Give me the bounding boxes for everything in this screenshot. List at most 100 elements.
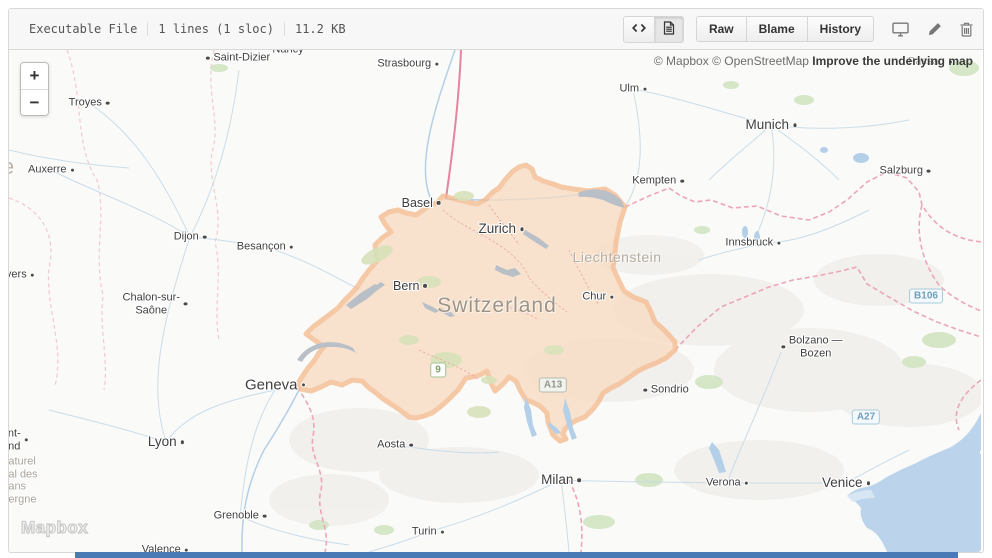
- city-dot: [423, 284, 427, 288]
- file-info: Executable File 1 lines (1 sloc) 11.2 KB: [19, 22, 356, 36]
- mapbox-attribution-link[interactable]: © Mapbox: [654, 54, 709, 68]
- city-label: Turin: [412, 526, 445, 539]
- city-name: Auxerre: [27, 163, 67, 176]
- city-dot: [183, 302, 188, 306]
- city-name: Grenoble: [213, 509, 259, 522]
- city-name: Sondrio: [650, 383, 689, 396]
- code-icon: [631, 21, 646, 38]
- map-attribution: © Mapbox © OpenStreetMap Improve the und…: [654, 54, 973, 68]
- city-dot: [301, 383, 306, 387]
- city-dot: [435, 62, 439, 66]
- city-name: Venice: [821, 475, 863, 491]
- city-name: Dijon: [173, 230, 199, 243]
- country-label: Liechtenstein: [572, 249, 662, 265]
- city-label: Geneva: [245, 376, 306, 393]
- city-label: Venice: [821, 475, 871, 491]
- city-label: Valence: [141, 543, 189, 552]
- bottom-blue-bar: [75, 552, 958, 558]
- city-name: Valence: [141, 543, 181, 552]
- city-dot: [744, 481, 749, 485]
- map-canvas[interactable]: NancySaint-DizierStrasbourgPassauTroyesU…: [9, 50, 981, 552]
- raw-button[interactable]: Raw: [695, 16, 747, 42]
- city-label: Saint-Dizier: [205, 51, 271, 65]
- zoom-in-button[interactable]: +: [21, 63, 48, 89]
- device-desktop-icon: [892, 22, 909, 37]
- city-name: Lyon: [147, 434, 177, 450]
- city-dot: [24, 438, 29, 442]
- source-view-button[interactable]: [622, 15, 655, 43]
- city-label: Lyon: [147, 434, 185, 450]
- city-label: evers: [9, 268, 35, 282]
- city-label: Verona: [706, 477, 749, 490]
- open-in-desktop-button[interactable]: [892, 22, 909, 37]
- city-name: Chur: [582, 290, 607, 303]
- city-label: Kempten: [632, 175, 684, 188]
- file-icon: [663, 20, 675, 38]
- city-label: aturel al des ans ergne: [9, 456, 38, 507]
- city-label: Chalon-sur- Saône: [123, 291, 188, 316]
- city-name: Ulm: [619, 82, 640, 95]
- city-name: Chalon-sur- Saône: [122, 291, 180, 316]
- city-dot: [70, 168, 75, 172]
- improve-map-link[interactable]: Improve the underlying map: [812, 54, 973, 68]
- city-name: aturel al des ans ergne: [9, 455, 38, 506]
- city-label: Zurich: [478, 221, 524, 237]
- road-badge: A13: [538, 377, 568, 393]
- city-dot: [202, 235, 207, 239]
- file-size: 11.2 KB: [283, 22, 356, 36]
- city-dot: [781, 345, 785, 349]
- city-dot: [180, 440, 185, 444]
- city-label: Besançon: [236, 240, 294, 254]
- file-mode: Executable File: [29, 22, 138, 36]
- file-actions-group: Raw Blame History: [695, 16, 874, 42]
- city-label: Bern: [393, 279, 427, 293]
- road-badge: A27: [851, 409, 881, 425]
- city-name: Bern: [393, 278, 420, 293]
- city-dot: [289, 245, 294, 249]
- osm-attribution-link[interactable]: © OpenStreetMap: [712, 54, 809, 68]
- city-name: Besançon: [236, 240, 286, 253]
- city-dot: [643, 388, 647, 392]
- city-name: Salzburg: [879, 164, 923, 177]
- rendered-view-button[interactable]: [653, 15, 684, 43]
- city-label: Auxerre: [27, 163, 75, 177]
- city-name: ont-and: [9, 427, 21, 452]
- city-name: Milan: [541, 472, 574, 488]
- blame-button[interactable]: Blame: [745, 16, 808, 42]
- city-name: Innsbruck: [725, 236, 774, 249]
- road-badge: 9: [430, 362, 446, 378]
- city-label: Milan: [541, 472, 581, 488]
- city-name: Aosta: [377, 438, 406, 451]
- delete-file-button[interactable]: [960, 22, 973, 37]
- city-label: Nancy: [272, 50, 303, 56]
- map-labels-layer: NancySaint-DizierStrasbourgPassauTroyesU…: [9, 50, 981, 552]
- road-badge: B106: [909, 288, 943, 304]
- city-dot: [777, 241, 781, 245]
- city-name: Bolzano — Bozen: [788, 334, 843, 359]
- mapbox-watermark: Mapbox: [20, 517, 89, 537]
- view-toggle-group: [622, 15, 684, 43]
- city-dot: [436, 201, 441, 205]
- country-label: Switzerland: [437, 294, 557, 317]
- city-name: Munich: [745, 117, 790, 133]
- city-label: Aosta: [377, 439, 413, 452]
- edit-file-button[interactable]: [927, 22, 942, 37]
- city-dot: [926, 169, 931, 173]
- city-name: Saint-Dizier: [213, 51, 271, 64]
- file-lines: 1 lines (1 sloc): [147, 22, 284, 36]
- city-label: Chur: [582, 290, 614, 304]
- city-name: Strasbourg: [377, 57, 432, 70]
- city-label: Basel: [402, 196, 441, 210]
- history-button[interactable]: History: [806, 16, 874, 42]
- file-viewer: Executable File 1 lines (1 sloc) 11.2 KB: [8, 8, 984, 553]
- city-name: Zurich: [478, 221, 517, 237]
- city-dot: [440, 530, 445, 534]
- city-dot: [105, 101, 110, 105]
- city-dot: [680, 179, 684, 183]
- city-dot: [643, 87, 647, 91]
- city-label: Innsbruck: [725, 236, 781, 250]
- city-label: Bolzano — Bozen: [781, 334, 843, 359]
- file-header: Executable File 1 lines (1 sloc) 11.2 KB: [9, 9, 983, 50]
- city-name: evers: [9, 268, 27, 281]
- zoom-out-button[interactable]: −: [21, 89, 48, 115]
